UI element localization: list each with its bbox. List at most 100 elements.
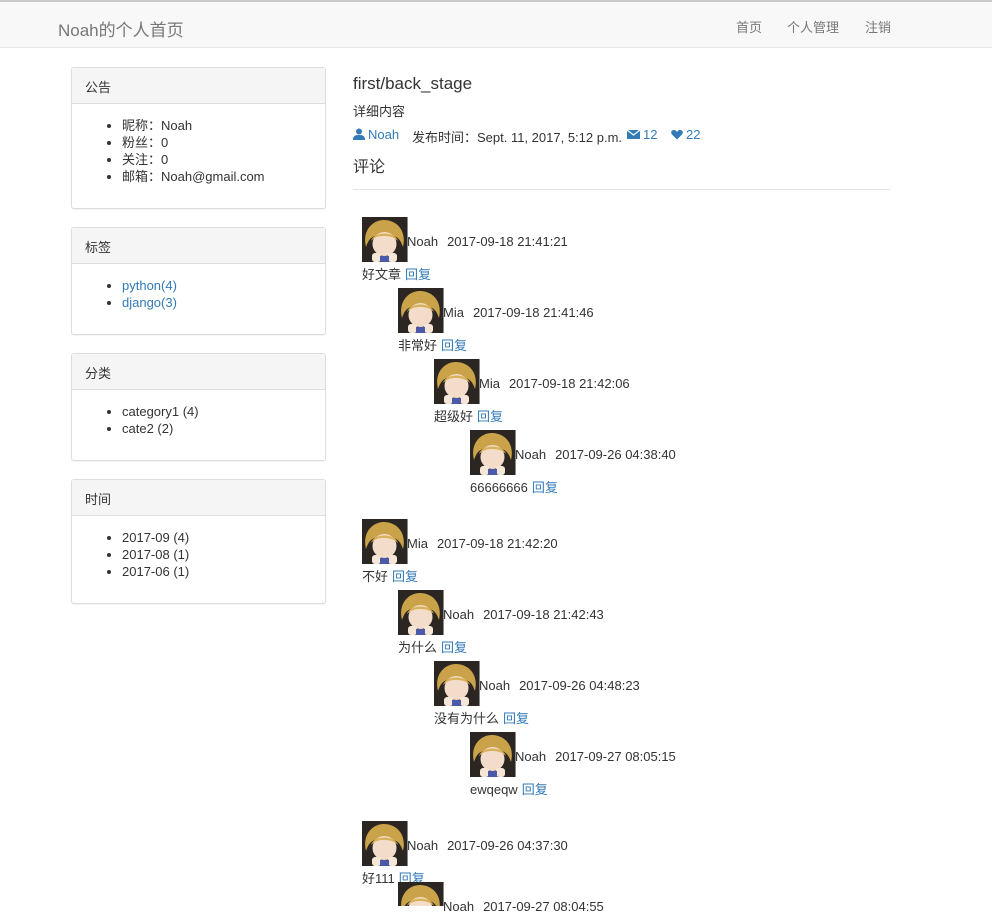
comment-time: 2017-09-18 21:42:20 (436, 536, 558, 551)
avatar-image (398, 288, 443, 333)
avatar-image (470, 430, 515, 475)
avatar-image (398, 882, 443, 906)
comment-time: 2017-09-27 08:04:55 (483, 899, 604, 914)
announcement-following: 关注：0 (122, 151, 325, 168)
author-name: Noah (368, 127, 400, 142)
reply-link[interactable]: 回复 (503, 711, 529, 726)
reply-link[interactable]: 回复 (532, 480, 558, 495)
comment-user: Mia (443, 305, 464, 320)
avatar[interactable] (398, 288, 444, 333)
announcement-panel-title: 公告 (72, 68, 325, 104)
avatar[interactable] (434, 359, 480, 404)
avatar-image (398, 590, 443, 635)
nav-personal-management-link[interactable]: 个人管理 (787, 17, 839, 36)
comment-time: 2017-09-18 21:42:43 (483, 607, 604, 622)
comment-time: 2017-09-18 21:42:06 (508, 376, 630, 391)
categories-list: category1 (4) cate2 (2) (72, 403, 325, 437)
comment-text: 超级好 (434, 409, 474, 424)
tags-panel-title: 标签 (72, 228, 325, 264)
reply-link[interactable]: 回复 (392, 569, 418, 584)
avatar-image (362, 519, 407, 564)
published-time: 发布时间：Sept. 11, 2017, 5:12 p.m. (412, 130, 623, 145)
like-count-link[interactable]: 22 (671, 127, 700, 143)
archive-item[interactable]: 2017-06 (1) (122, 563, 325, 580)
avatar[interactable] (362, 821, 408, 866)
comment-item: Mia 2017-09-18 21:42:20 不好 回复 (362, 519, 762, 584)
comment-user: Noah (407, 234, 439, 249)
comment-item: Noah 2017-09-26 04:37:30 好111 回复 (362, 821, 762, 886)
comment-user: Mia (479, 376, 500, 391)
categories-panel-title: 分类 (72, 354, 325, 390)
comment-item: Noah 2017-09-26 04:38:40 66666666 回复 (470, 430, 870, 495)
author-link[interactable]: Noah (353, 127, 399, 143)
comment-text: 好111 (362, 871, 395, 886)
avatar[interactable] (398, 590, 444, 635)
envelope-icon (626, 128, 641, 143)
reply-link[interactable]: 回复 (441, 640, 467, 655)
announcement-nickname: 昵称：Noah (122, 117, 325, 134)
tags-panel: 标签 python(4) django(3) (71, 227, 326, 335)
comment-item: Noah 2017-09-26 04:48:23 没有为什么 回复 (434, 661, 834, 726)
announcement-list: 昵称：Noah 粉丝：0 关注：0 邮箱：Noah@gmail.com (72, 117, 325, 185)
comment-item: Noah 2017-09-18 21:41:21 好文章 回复 (362, 217, 762, 282)
heart-icon (671, 128, 683, 143)
comment-item: Mia 2017-09-18 21:42:06 超级好 回复 (434, 359, 834, 424)
reply-link[interactable]: 回复 (441, 338, 467, 353)
comment-time: 2017-09-27 08:05:15 (555, 749, 676, 764)
user-icon (353, 128, 365, 143)
reply-link[interactable]: 回复 (477, 409, 503, 424)
comment-user: Noah (443, 607, 475, 622)
archive-list: 2017-09 (4) 2017-08 (1) 2017-06 (1) (72, 529, 325, 580)
nav-logout-link[interactable]: 注销 (865, 17, 891, 36)
archive-panel: 时间 2017-09 (4) 2017-08 (1) 2017-06 (1) (71, 479, 326, 604)
announcement-fans: 粉丝：0 (122, 134, 325, 151)
comment-time: 2017-09-18 21:41:46 (472, 305, 594, 320)
comment-time: 2017-09-26 04:37:30 (447, 838, 568, 853)
reply-link[interactable]: 回复 (522, 782, 548, 797)
archive-item[interactable]: 2017-08 (1) (122, 546, 325, 563)
avatar[interactable] (362, 519, 408, 564)
brand-link[interactable]: Noah的个人首页 (58, 16, 184, 41)
comment-item: Mia 2017-09-18 21:41:46 非常好 回复 (398, 288, 798, 353)
category-item[interactable]: cate2 (2) (122, 420, 325, 437)
comment-user: Noah (407, 838, 439, 853)
comment-item: Noah 2017-09-27 08:04:55 (398, 882, 798, 914)
comments-heading: 评论 (353, 159, 386, 176)
comment-text: 没有为什么 (434, 711, 500, 726)
avatar[interactable] (362, 217, 408, 262)
article-detail: 详细内容 (353, 104, 406, 119)
categories-panel: 分类 category1 (4) cate2 (2) (71, 353, 326, 461)
comment-text: 不好 (362, 569, 389, 584)
comment-time: 2017-09-18 21:41:21 (447, 234, 568, 249)
tag-link-django[interactable]: django(3) (122, 295, 177, 310)
like-count: 22 (686, 127, 701, 142)
comment-text: 66666666 (470, 480, 528, 495)
comment-text: 为什么 (398, 640, 438, 655)
avatar-image (434, 359, 479, 404)
comment-count: 12 (643, 127, 658, 142)
comment-item: Noah 2017-09-18 21:42:43 为什么 回复 (398, 590, 798, 655)
nav-home-link[interactable]: 首页 (736, 17, 762, 36)
avatar-image (470, 732, 515, 777)
article-title: first/back_stage (353, 74, 473, 93)
comment-count-link[interactable]: 12 (626, 127, 658, 143)
avatar[interactable] (434, 661, 480, 706)
avatar[interactable] (470, 430, 516, 475)
avatar[interactable] (470, 732, 516, 777)
avatar-image (434, 661, 479, 706)
comment-text: ewqeqw (470, 782, 518, 797)
archive-item[interactable]: 2017-09 (4) (122, 529, 325, 546)
reply-link[interactable]: 回复 (405, 267, 431, 282)
comment-user: Noah (515, 447, 547, 462)
comment-user: Noah (443, 899, 475, 914)
comment-user: Noah (479, 678, 511, 693)
top-navbar: Noah的个人首页 首页 个人管理 注销 (0, 0, 992, 48)
tag-link-python[interactable]: python(4) (122, 278, 177, 293)
avatar[interactable] (398, 882, 444, 906)
comment-user: Mia (407, 536, 428, 551)
tags-list: python(4) django(3) (72, 277, 325, 311)
category-item[interactable]: category1 (4) (122, 403, 325, 420)
comment-time: 2017-09-26 04:38:40 (555, 447, 676, 462)
tag-item: django(3) (122, 294, 325, 311)
comment-user: Noah (515, 749, 547, 764)
